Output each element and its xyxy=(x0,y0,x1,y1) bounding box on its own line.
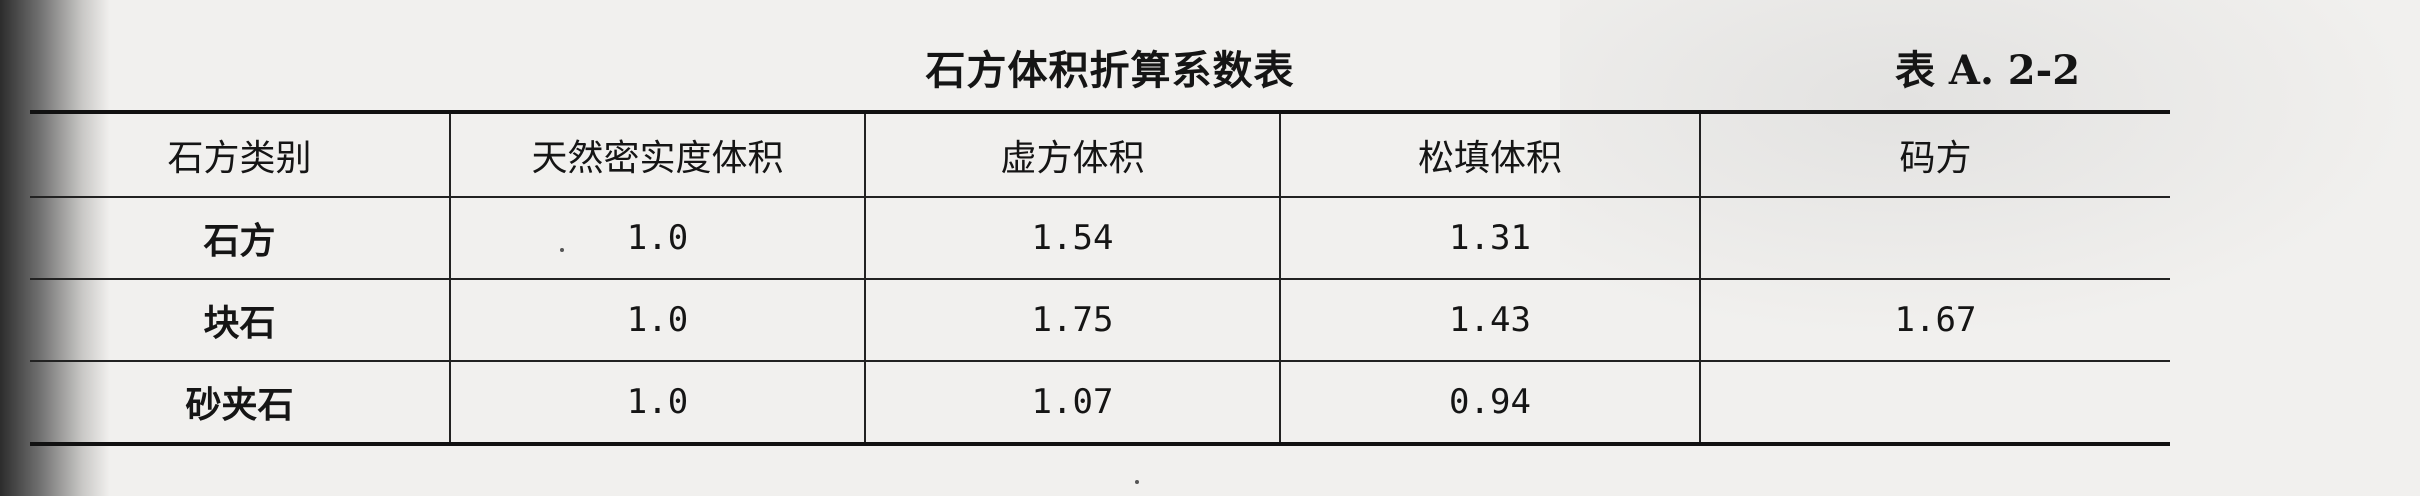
row-label: 砂夹石 xyxy=(30,361,451,444)
table-title: 石方体积折算系数表 xyxy=(925,48,1295,94)
header-stone-category: 石方类别 xyxy=(30,112,451,198)
loose-volume-value: 1.07 xyxy=(864,361,1281,444)
print-speck xyxy=(1135,480,1139,484)
row-label: 石方 xyxy=(30,197,451,280)
table-row: 石方 1.0 1.54 1.31 xyxy=(30,197,2170,280)
loose-volume-value: 1.54 xyxy=(864,197,1281,280)
header-row: 石方类别 天然密实度体积 虚方体积 松填体积 码方 xyxy=(30,112,2170,198)
header-loose-volume: 虚方体积 xyxy=(864,112,1281,198)
table-row: 砂夹石 1.0 1.07 0.94 xyxy=(30,361,2170,444)
loose-volume-value: 1.75 xyxy=(864,279,1281,362)
natural-volume-value: 1.0 xyxy=(449,361,866,444)
natural-volume-value: 1.0 xyxy=(449,279,866,362)
header-stacked-volume: 码方 xyxy=(1699,112,2170,198)
stacked-volume-value xyxy=(1699,361,2170,444)
table-row: 块石 1.0 1.75 1.43 1.67 xyxy=(30,279,2170,362)
stacked-volume-value: 1.67 xyxy=(1699,279,2170,362)
row-label: 块石 xyxy=(30,279,451,362)
header-backfill-volume: 松填体积 xyxy=(1279,112,1701,198)
stacked-volume-value xyxy=(1699,197,2170,280)
print-speck xyxy=(560,248,564,252)
backfill-volume-value: 1.31 xyxy=(1279,197,1701,280)
conversion-coefficient-table: 石方类别 天然密实度体积 虚方体积 松填体积 码方 石方 1.0 1.54 1.… xyxy=(30,110,2170,446)
backfill-volume-value: 0.94 xyxy=(1279,361,1701,444)
backfill-volume-value: 1.43 xyxy=(1279,279,1701,362)
header-natural-volume: 天然密实度体积 xyxy=(449,112,866,198)
table-number: 表 A. 2-2 xyxy=(1895,47,2081,94)
natural-volume-value: 1.0 xyxy=(449,197,866,280)
